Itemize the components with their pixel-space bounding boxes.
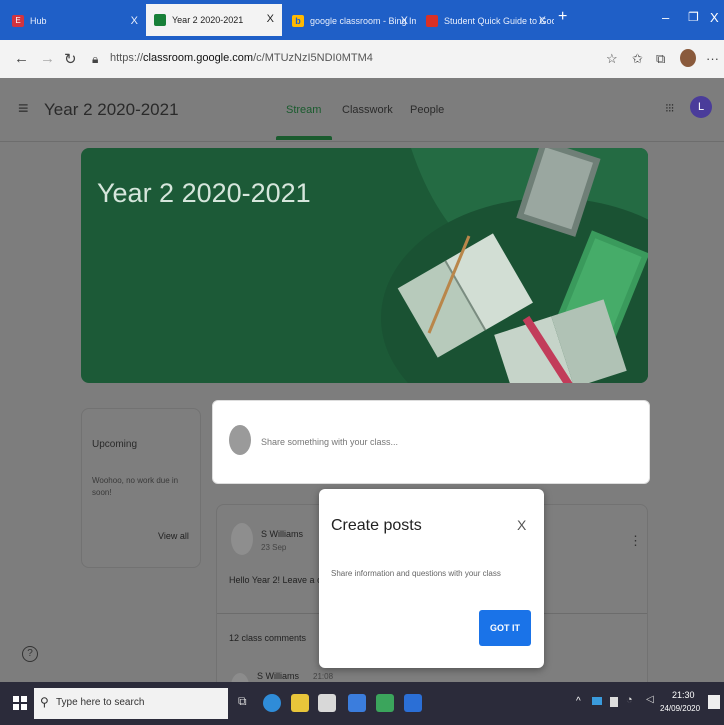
profile-avatar[interactable]: [680, 49, 696, 67]
refresh-icon[interactable]: ↻: [64, 50, 77, 68]
taskbar-search-placeholder: Type here to search: [56, 697, 145, 708]
settings-more-icon[interactable]: ···: [706, 51, 719, 66]
share-placeholder: Share something with your class...: [261, 437, 399, 447]
notifications-icon[interactable]: [708, 695, 720, 709]
tab-label: Year 2 2020-2021: [172, 15, 244, 25]
share-with-class-box[interactable]: Share something with your class...: [212, 400, 650, 484]
tab-label: Hub: [30, 16, 47, 26]
post-more-menu-icon[interactable]: ⋮: [629, 533, 642, 549]
lock-icon: 🔒︎: [92, 52, 99, 66]
forward-arrow-icon[interactable]: →: [40, 50, 55, 67]
close-window-button[interactable]: X: [710, 10, 719, 25]
wifi-icon[interactable]: ◔: [626, 694, 633, 706]
active-tab-indicator: [276, 136, 332, 140]
class-comments-link[interactable]: 12 class comments: [229, 633, 306, 643]
mail-icon[interactable]: [348, 694, 366, 712]
tab-classwork[interactable]: Classwork: [342, 104, 393, 116]
teams-icon[interactable]: [376, 694, 394, 712]
banner-class-title: Year 2 2020-2021: [97, 178, 311, 208]
upcoming-message: Woohoo, no work due in soon!: [92, 476, 179, 497]
help-icon[interactable]: ?: [22, 646, 38, 662]
task-view-icon[interactable]: ⧉: [238, 694, 247, 709]
tab-label: Student Quick Guide to Google: [444, 16, 554, 26]
word-icon[interactable]: [404, 694, 422, 712]
url-prefix: https://: [110, 52, 144, 64]
popup-title: Create posts: [331, 517, 422, 534]
got-it-button[interactable]: GOT IT: [479, 610, 531, 646]
user-avatar-icon: [229, 425, 251, 455]
tab-stream[interactable]: Stream: [286, 104, 321, 116]
account-avatar[interactable]: L: [690, 96, 712, 118]
edge-browser-icon[interactable]: [263, 694, 281, 712]
battery-icon[interactable]: [610, 697, 618, 707]
taskbar-date[interactable]: 24/09/2020: [660, 704, 700, 713]
store-icon[interactable]: [318, 694, 336, 712]
search-icon: ⚲: [40, 695, 49, 709]
bing-favicon-icon: b: [292, 15, 304, 27]
class-title[interactable]: Year 2 2020-2021: [44, 100, 179, 120]
close-tab-icon[interactable]: X: [267, 13, 274, 25]
tab-student-guide[interactable]: Student Quick Guide to Google X: [418, 6, 554, 36]
view-all-link[interactable]: View all: [158, 531, 189, 541]
minimize-button[interactable]: –: [662, 10, 669, 25]
upcoming-title: Upcoming: [92, 439, 138, 450]
tab-bing-images[interactable]: b google classroom - Bing Images X: [284, 6, 416, 36]
windows-taskbar: ⚲ Type here to search ⧉ ^ ◔ ◁ 21:30 24/0…: [0, 682, 724, 725]
url-domain: classroom.google.com: [143, 52, 254, 64]
class-banner: Year 2 2020-2021: [81, 148, 648, 383]
close-tab-icon[interactable]: X: [539, 15, 546, 27]
new-tab-button[interactable]: +: [558, 8, 567, 26]
back-arrow-icon[interactable]: ←: [14, 50, 29, 67]
volume-icon[interactable]: ◁: [646, 694, 654, 705]
post-date: 23 Sep: [261, 543, 287, 552]
address-bar-row: ← → ↻ 🔒︎ https://classroom.google.com/c/…: [0, 40, 724, 78]
close-tab-icon[interactable]: X: [401, 15, 408, 27]
commenter-avatar: [231, 673, 249, 682]
close-popup-icon[interactable]: X: [517, 517, 526, 533]
class-header-bar: ≡ Year 2 2020-2021 Stream Classwork Peop…: [0, 78, 724, 142]
browser-tab-strip: E Hub X Year 2 2020-2021 X b google clas…: [0, 0, 724, 40]
classroom-favicon-icon: [154, 14, 166, 26]
create-posts-tooltip: Create posts X Share information and que…: [319, 489, 544, 668]
google-apps-icon[interactable]: ⁝⁝⁝: [665, 101, 675, 115]
tab-people[interactable]: People: [410, 104, 444, 116]
onedrive-icon[interactable]: [592, 697, 602, 705]
post-author: S Williams: [261, 529, 303, 539]
tray-overflow-icon[interactable]: ^: [576, 696, 581, 707]
comment-time: 21:08: [313, 672, 334, 681]
pdf-favicon-icon: [426, 15, 438, 27]
author-avatar: [231, 523, 253, 555]
collections-icon[interactable]: ⧉: [656, 51, 665, 67]
taskbar-time[interactable]: 21:30: [672, 690, 695, 700]
windows-start-icon[interactable]: [13, 696, 27, 710]
url-path: /c/MTUzNzI5NDI0MTM4: [253, 52, 373, 64]
tab-year2-classroom[interactable]: Year 2 2020-2021 X: [146, 4, 282, 36]
url-field[interactable]: https://classroom.google.com/c/MTUzNzI5N…: [110, 52, 373, 64]
favorite-star-icon[interactable]: ☆: [606, 51, 618, 67]
file-explorer-icon[interactable]: [291, 694, 309, 712]
popup-body: Share information and questions with you…: [331, 569, 501, 578]
tab-hub[interactable]: E Hub X: [4, 6, 146, 36]
taskbar-search-box[interactable]: ⚲ Type here to search: [34, 688, 228, 719]
comment-author: S Williams: [257, 671, 299, 681]
maximize-button[interactable]: ❐: [688, 10, 699, 24]
main-menu-icon[interactable]: ≡: [18, 98, 29, 119]
close-tab-icon[interactable]: X: [131, 15, 138, 27]
hub-favicon-icon: E: [12, 15, 24, 27]
upcoming-card: Upcoming Woohoo, no work due in soon! Vi…: [81, 408, 201, 568]
favorites-bar-icon[interactable]: ✩: [632, 51, 643, 67]
